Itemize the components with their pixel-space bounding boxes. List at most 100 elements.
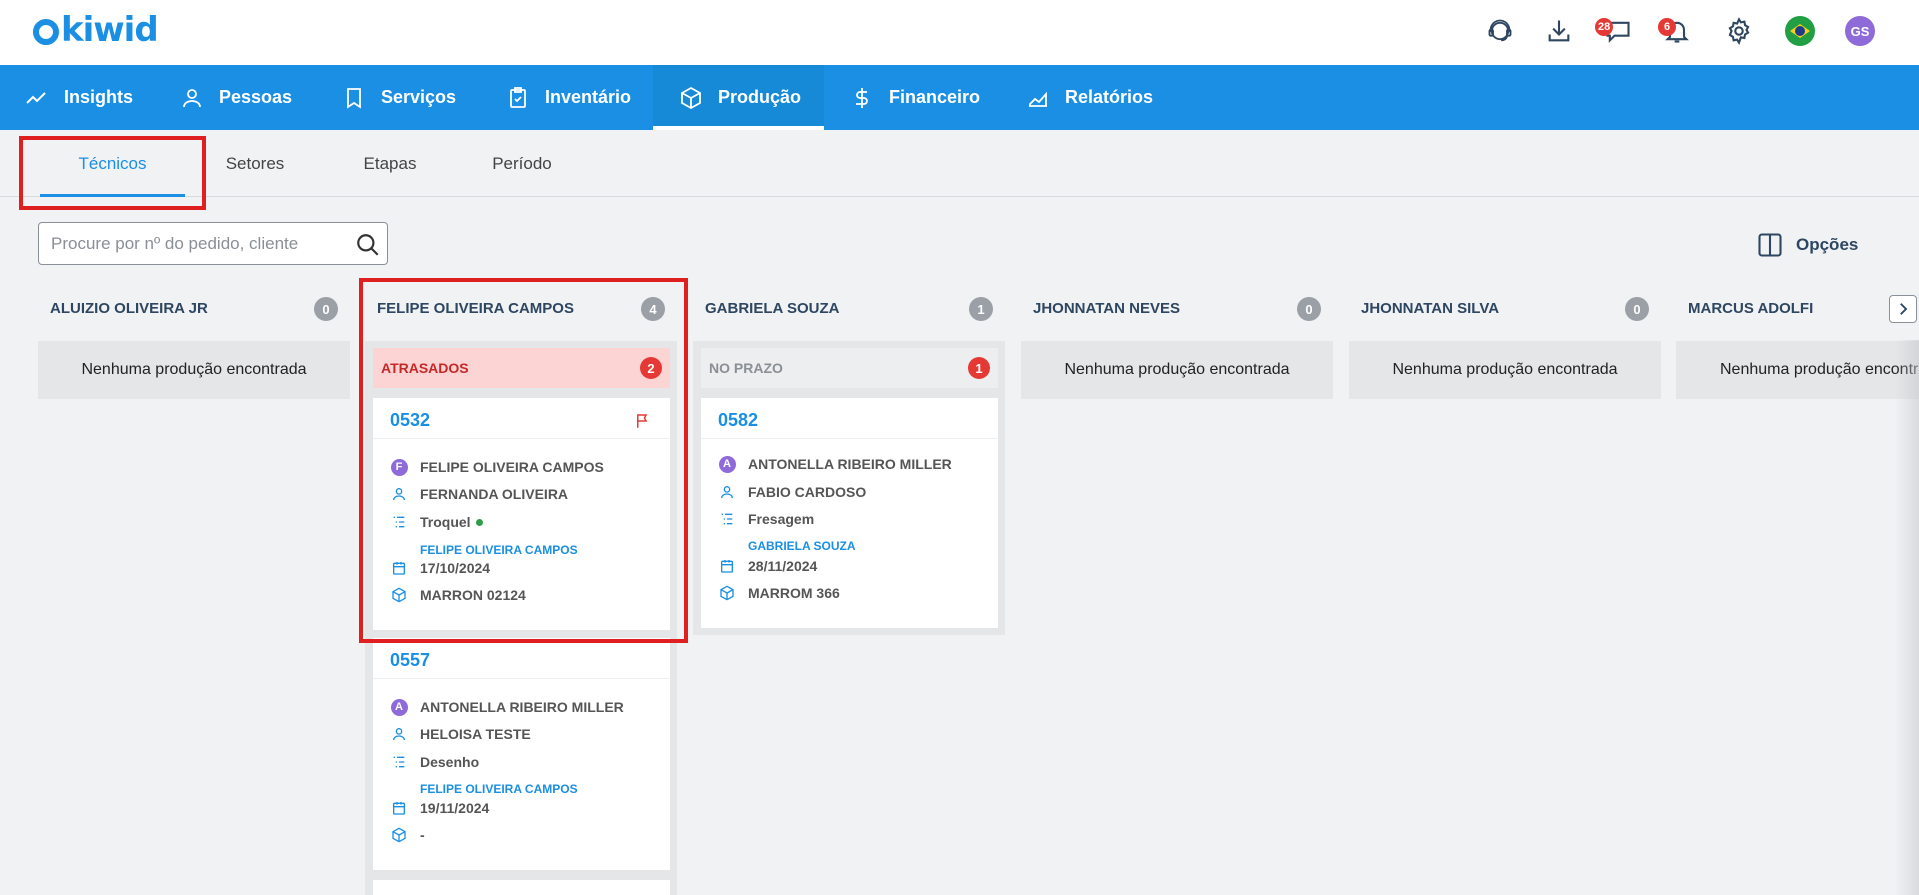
tab-tecnicos[interactable]: Técnicos bbox=[40, 130, 185, 197]
card-number[interactable]: 0557 bbox=[390, 650, 430, 671]
card-date: 28/11/2024 bbox=[748, 558, 818, 574]
card-material: MARROM 366 bbox=[748, 585, 840, 601]
options-label: Opções bbox=[1796, 235, 1859, 254]
column-title: FELIPE OLIVEIRA CAMPOS bbox=[377, 299, 574, 317]
box-icon bbox=[392, 827, 406, 843]
nav-label: Insights bbox=[64, 87, 134, 107]
nav-label: Financeiro bbox=[889, 87, 981, 107]
card-technician: FELIPE OLIVEIRA CAMPOS bbox=[420, 782, 578, 796]
column-count: 4 bbox=[641, 297, 665, 321]
person-icon bbox=[393, 728, 405, 741]
nav-item-pessoas[interactable]: Pessoas bbox=[180, 65, 310, 130]
patient-initial-avatar: A bbox=[718, 455, 736, 473]
empty-state: Nenhuma produção encontrada bbox=[1349, 341, 1661, 399]
group-count: 1 bbox=[968, 357, 990, 379]
column-title: ALUIZIO OLIVEIRA JR bbox=[50, 299, 208, 317]
card-date: 17/10/2024 bbox=[420, 560, 491, 576]
nav-label: Relatórios bbox=[1065, 87, 1154, 107]
card-date: 19/11/2024 bbox=[420, 800, 490, 816]
calendar-icon bbox=[721, 560, 733, 573]
card-patient: ANTONELLA RIBEIRO MILLER bbox=[420, 699, 624, 715]
group-header[interactable]: ATRASADOS 2 bbox=[373, 348, 670, 388]
notifications-bell-icon[interactable]: 6 bbox=[1658, 14, 1694, 48]
support-headset-icon[interactable] bbox=[1483, 14, 1517, 48]
calendar-icon bbox=[393, 802, 405, 815]
main-nav: Insights Pessoas Serviços Inventário Pro… bbox=[0, 65, 1919, 130]
nav-label: Serviços bbox=[381, 87, 457, 107]
card-material: MARRON 02124 bbox=[420, 587, 526, 603]
steps-list-icon bbox=[393, 516, 405, 528]
flag-icon[interactable] bbox=[634, 412, 652, 430]
box-icon bbox=[392, 587, 406, 603]
group-label: ATRASADOS bbox=[381, 360, 469, 376]
card-number[interactable]: 0582 bbox=[718, 410, 758, 431]
card-technician: GABRIELA SOUZA bbox=[748, 539, 856, 553]
chevron-right-icon bbox=[1900, 303, 1908, 315]
empty-state: Nenhuma produção encontrada bbox=[38, 341, 350, 399]
nav-item-insights[interactable]: Insights bbox=[25, 65, 145, 130]
column-title: JHONNATAN SILVA bbox=[1361, 299, 1500, 317]
empty-state: Nenhuma produção encontrada bbox=[1021, 341, 1333, 399]
search-input[interactable] bbox=[51, 223, 351, 264]
card-patient: FELIPE OLIVEIRA CAMPOS bbox=[420, 459, 604, 475]
logo-mark-icon bbox=[33, 19, 59, 45]
status-dot bbox=[475, 518, 483, 526]
card-number[interactable]: 0532 bbox=[390, 410, 430, 431]
empty-state: Nenhuma produção encontrada bbox=[1676, 341, 1919, 399]
person-icon bbox=[393, 488, 405, 501]
settings-gear-icon[interactable] bbox=[1722, 14, 1756, 48]
steps-list-icon bbox=[721, 513, 733, 525]
column-count: 0 bbox=[314, 297, 338, 321]
group-header[interactable]: NO PRAZO 1 bbox=[701, 348, 998, 388]
nav-item-relatorios[interactable]: Relatórios bbox=[1026, 65, 1186, 130]
card-step: Troquel bbox=[420, 514, 471, 530]
next-columns-button[interactable] bbox=[1889, 295, 1917, 323]
user-avatar[interactable]: GS bbox=[1845, 16, 1875, 46]
area-chart-icon bbox=[1029, 91, 1047, 107]
tab-setores[interactable]: Setores bbox=[205, 130, 305, 197]
nav-item-producao[interactable]: Produção bbox=[653, 65, 824, 130]
download-icon[interactable] bbox=[1542, 14, 1576, 48]
search-box bbox=[38, 222, 388, 265]
options-button[interactable]: Opções bbox=[1756, 230, 1858, 260]
clipboard-check-icon bbox=[510, 86, 526, 108]
nav-item-servicos[interactable]: Serviços bbox=[342, 65, 472, 130]
person-icon bbox=[721, 486, 733, 499]
brazil-flag-icon[interactable] bbox=[1785, 16, 1815, 46]
group-count: 2 bbox=[640, 357, 662, 379]
logo-text: kiwid bbox=[61, 10, 159, 50]
column-title: MARCUS ADOLFI bbox=[1688, 299, 1814, 317]
card-client: FABIO CARDOSO bbox=[748, 484, 867, 500]
production-card[interactable]: 0532 F FELIPE OLIVEIRA CAMPOS FERNANDA OL… bbox=[373, 398, 670, 630]
dollar-icon bbox=[856, 87, 868, 108]
nav-label: Pessoas bbox=[219, 87, 293, 107]
column-count: 0 bbox=[1625, 297, 1649, 321]
column-title: GABRIELA SOUZA bbox=[705, 299, 840, 317]
group-label: NO PRAZO bbox=[709, 360, 783, 376]
search-icon[interactable] bbox=[355, 232, 381, 258]
top-bar: kiwid 28 6 GS bbox=[0, 0, 1919, 65]
tab-periodo[interactable]: Período bbox=[472, 130, 572, 197]
patient-initial-avatar: F bbox=[390, 458, 408, 476]
steps-list-icon bbox=[393, 756, 405, 768]
tab-etapas[interactable]: Etapas bbox=[340, 130, 440, 197]
card-client: HELOISA TESTE bbox=[420, 726, 531, 742]
column-count: 0 bbox=[1297, 297, 1321, 321]
box-icon bbox=[681, 86, 701, 109]
production-card-partial[interactable] bbox=[373, 880, 670, 895]
card-client: FERNANDA OLIVEIRA bbox=[420, 486, 569, 502]
card-step: Fresagem bbox=[748, 511, 815, 527]
bookmark-icon bbox=[347, 87, 361, 109]
notifications-badge: 6 bbox=[1658, 18, 1676, 36]
production-card[interactable]: 0582 A ANTONELLA RIBEIRO MILLER FABIO CAR… bbox=[701, 398, 998, 628]
card-material: - bbox=[420, 827, 425, 843]
messages-icon[interactable]: 28 bbox=[1595, 14, 1635, 48]
chart-line-icon bbox=[26, 91, 46, 104]
nav-item-financeiro[interactable]: Financeiro bbox=[850, 65, 1000, 130]
columns-icon bbox=[1758, 233, 1782, 257]
kiwid-logo[interactable]: kiwid bbox=[33, 10, 159, 50]
production-card[interactable]: 0557 A ANTONELLA RIBEIRO MILLER HELOISA T… bbox=[373, 638, 670, 870]
calendar-icon bbox=[393, 562, 405, 575]
nav-item-inventario[interactable]: Inventário bbox=[506, 65, 656, 130]
nav-label: Produção bbox=[718, 87, 802, 107]
